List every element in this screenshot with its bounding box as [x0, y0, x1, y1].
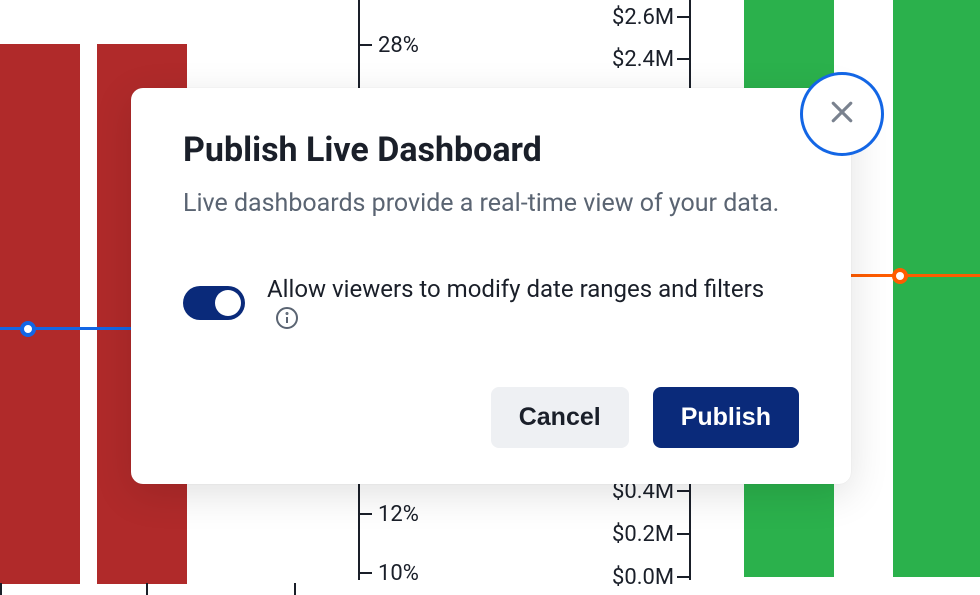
axis-tick — [677, 16, 691, 18]
axis-tick-label: $2.4M — [612, 47, 674, 72]
cancel-button[interactable]: Cancel — [491, 387, 629, 448]
axis-tick — [358, 572, 372, 574]
toggle-knob — [215, 290, 241, 316]
axis-tick — [358, 44, 372, 46]
chart-bar — [0, 44, 80, 584]
close-icon — [827, 97, 857, 131]
dialog-buttons: Cancel Publish — [183, 387, 799, 448]
publish-button[interactable]: Publish — [653, 387, 799, 448]
toggle-row: Allow viewers to modify date ranges and … — [183, 275, 799, 331]
axis-tick-label: $0.2M — [612, 522, 674, 547]
axis-tick-label: 10% — [378, 561, 419, 586]
axis-tick-label: $0.0M — [612, 565, 674, 590]
chart-line — [850, 274, 980, 277]
close-button[interactable] — [800, 72, 884, 156]
axis-tick — [677, 533, 691, 535]
axis-tick — [0, 583, 2, 595]
axis-tick — [294, 583, 296, 595]
axis-tick — [677, 58, 691, 60]
dialog-subtitle: Live dashboards provide a real-time view… — [183, 188, 799, 221]
axis-tick-label: 28% — [378, 33, 419, 58]
axis-tick — [677, 576, 691, 578]
axis-tick-label: $2.6M — [612, 5, 674, 30]
axis-tick — [677, 490, 691, 492]
axis-tick — [358, 513, 372, 515]
allow-modify-toggle[interactable] — [183, 286, 245, 320]
toggle-label-text: Allow viewers to modify date ranges and … — [267, 275, 764, 303]
toggle-label: Allow viewers to modify date ranges and … — [267, 275, 799, 331]
chart-line-marker — [892, 268, 908, 284]
dialog-title: Publish Live Dashboard — [183, 130, 799, 170]
axis-tick — [146, 583, 148, 595]
axis-tick-label: 12% — [378, 502, 419, 527]
publish-dialog: Publish Live Dashboard Live dashboards p… — [131, 88, 851, 484]
chart-line-marker — [20, 321, 36, 337]
info-icon[interactable] — [275, 306, 299, 330]
chart-bar — [893, 0, 980, 577]
